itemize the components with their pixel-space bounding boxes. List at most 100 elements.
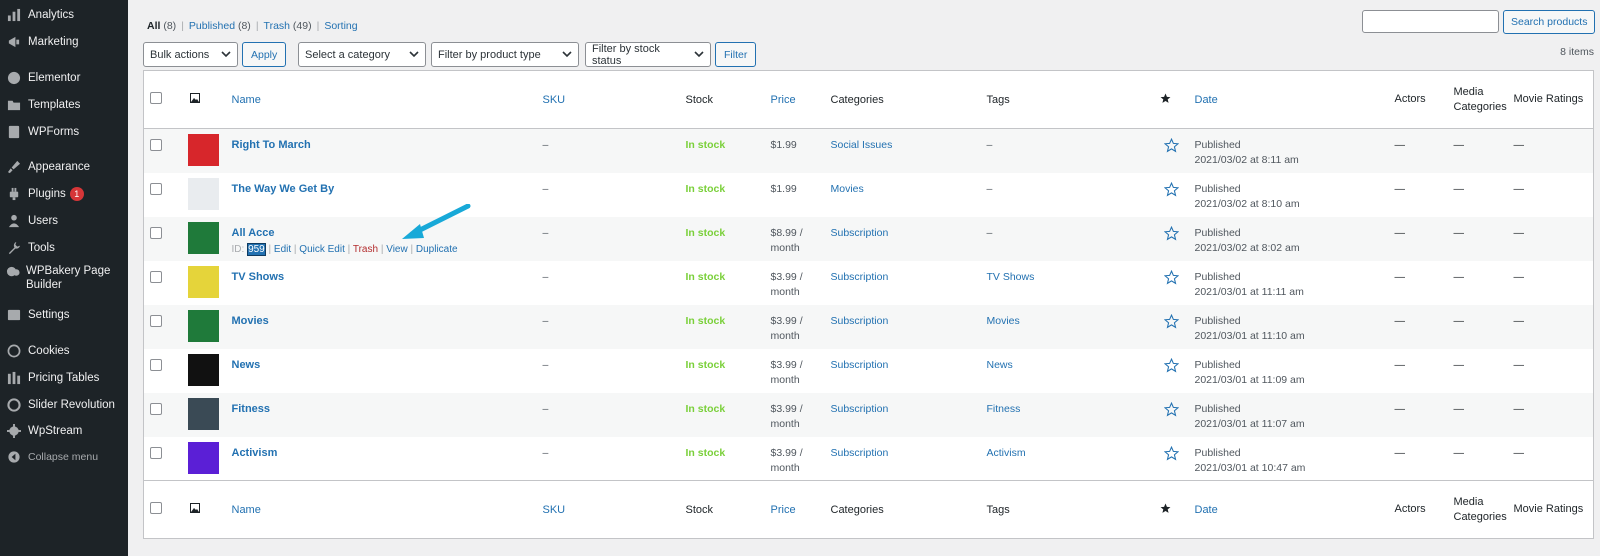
product-thumbnail[interactable] [187,441,219,474]
filter-sorting-link[interactable]: Sorting [324,20,357,32]
tag-link[interactable]: News [987,359,1013,371]
product-thumbnail[interactable] [187,134,219,166]
trash-link[interactable]: Trash [353,244,378,255]
column-header-sku[interactable]: SKU [543,504,566,516]
featured-star-outline-icon[interactable] [1163,181,1179,197]
row-checkbox[interactable] [150,226,162,239]
table-row[interactable]: Movies – In stock $3.99 / month Subscription… [143,304,1594,349]
table-row[interactable]: Right To March – In stock $1.99 Social Issue… [143,128,1594,173]
category-link[interactable]: Subscription [831,447,889,459]
bulk-actions-select[interactable]: Bulk actions [143,42,238,67]
footer-sku-col[interactable]: SKU [536,480,680,539]
product-name-link[interactable]: Right To March [232,139,311,151]
sidebar-item-elementor[interactable]: Elementor [0,67,128,89]
category-link[interactable]: Subscription [831,403,889,415]
product-name-link[interactable]: The Way We Get By [232,183,335,195]
sidebar-item-tools[interactable]: Tools [0,237,128,259]
product-thumbnail[interactable] [187,221,219,254]
header-name-col[interactable]: Name [225,70,537,129]
filter-published-link[interactable]: Published [189,20,235,32]
product-thumbnail[interactable] [187,309,219,342]
row-checkbox[interactable] [150,314,162,327]
tag-link[interactable]: Activism [987,447,1026,459]
product-thumbnail[interactable] [187,177,219,210]
row-checkbox[interactable] [150,182,162,195]
featured-star-outline-icon[interactable] [1163,401,1179,417]
category-link[interactable]: Subscription [831,359,889,371]
select-all-checkbox[interactable] [150,502,162,514]
featured-star-outline-icon[interactable] [1163,269,1179,285]
sidebar-item-templates[interactable]: Templates [0,94,128,116]
row-checkbox[interactable] [150,270,162,283]
column-header-price[interactable]: Price [771,94,796,106]
product-thumbnail[interactable] [187,397,219,430]
header-sku-col[interactable]: SKU [536,70,680,129]
column-header-date[interactable]: Date [1195,94,1218,106]
sidebar-item-slider-revolution[interactable]: Slider Revolution [0,394,128,416]
column-header-name[interactable]: Name [232,94,261,106]
sidebar-item-users[interactable]: Users [0,210,128,232]
quick-edit-link[interactable]: Quick Edit [299,244,345,255]
product-thumbnail[interactable] [187,265,219,298]
sidebar-item-wpstream[interactable]: WpStream [0,420,128,442]
select-all-checkbox[interactable] [150,92,162,104]
footer-price-col[interactable]: Price [764,480,825,539]
stock-status-select[interactable]: Filter by stock status [585,42,711,67]
filter-trash-link[interactable]: Trash [264,20,290,32]
featured-star-outline-icon[interactable] [1163,445,1179,461]
row-checkbox[interactable] [150,358,162,371]
product-name-link[interactable]: Fitness [232,403,271,415]
tag-link[interactable]: Movies [987,315,1020,327]
sidebar-item-plugins[interactable]: Plugins 1 [0,183,128,205]
featured-star-outline-icon[interactable] [1163,225,1179,241]
category-link[interactable]: Subscription [831,227,889,239]
sidebar-item-analytics[interactable]: Analytics [0,4,128,26]
sidebar-item-wpbakery-page-builder[interactable]: WPBakery Page Builder [0,264,128,296]
collapse-menu-button[interactable]: Collapse menu [0,446,128,468]
product-name-link[interactable]: Activism [232,447,278,459]
footer-date-col[interactable]: Date [1188,480,1389,539]
row-checkbox[interactable] [150,446,162,459]
column-header-name[interactable]: Name [232,504,261,516]
sidebar-item-marketing[interactable]: Marketing [0,31,128,53]
table-row[interactable]: News – In stock $3.99 / month Subscription Ne… [144,349,1594,393]
product-name-link[interactable]: Movies [232,315,269,327]
view-link[interactable]: View [386,244,408,255]
table-row[interactable]: All Acce ID: 959 | Edit | Quick Edit | Tr… [143,216,1594,261]
row-checkbox[interactable] [150,402,162,415]
tag-link[interactable]: TV Shows [987,271,1035,283]
column-header-date[interactable]: Date [1195,504,1218,516]
category-link[interactable]: Subscription [831,271,889,283]
row-checkbox[interactable] [150,139,162,151]
product-type-select[interactable]: Filter by product type [431,42,579,67]
header-price-col[interactable]: Price [764,70,825,129]
featured-star-outline-icon[interactable] [1163,137,1179,153]
sidebar-item-appearance[interactable]: Appearance [0,156,128,178]
header-date-col[interactable]: Date [1188,70,1389,129]
edit-link[interactable]: Edit [274,244,291,255]
table-row[interactable]: Activism – In stock $3.99 / month Subscripti… [144,437,1594,481]
filter-button[interactable]: Filter [715,42,757,67]
product-name-link[interactable]: TV Shows [232,271,285,283]
search-products-button[interactable]: Search products [1503,10,1596,34]
table-row[interactable]: Fitness – In stock $3.99 / month Subscriptio… [143,392,1594,437]
sidebar-item-cookies[interactable]: Cookies [0,340,128,362]
column-header-sku[interactable]: SKU [543,94,566,106]
footer-name-col[interactable]: Name [225,480,537,539]
featured-star-outline-icon[interactable] [1163,357,1179,373]
table-row[interactable]: TV Shows – In stock $3.99 / month Subscripti… [144,261,1594,305]
apply-button[interactable]: Apply [242,42,287,67]
column-header-price[interactable]: Price [771,504,796,516]
category-link[interactable]: Movies [831,183,864,195]
duplicate-link[interactable]: Duplicate [416,244,458,255]
header-featured-col[interactable] [1145,70,1189,129]
search-input[interactable] [1362,10,1499,33]
table-row[interactable]: The Way We Get By – In stock $1.99 Movies – Pu… [144,173,1594,217]
filter-all-link[interactable]: All [147,20,160,32]
product-name-link[interactable]: All Acce [232,227,275,239]
sidebar-item-pricing-tables[interactable]: Pricing Tables [0,367,128,389]
product-thumbnail[interactable] [187,353,219,386]
category-select[interactable]: Select a category [298,42,426,67]
sidebar-item-settings[interactable]: Settings [0,304,128,326]
footer-featured-col[interactable] [1145,480,1189,539]
